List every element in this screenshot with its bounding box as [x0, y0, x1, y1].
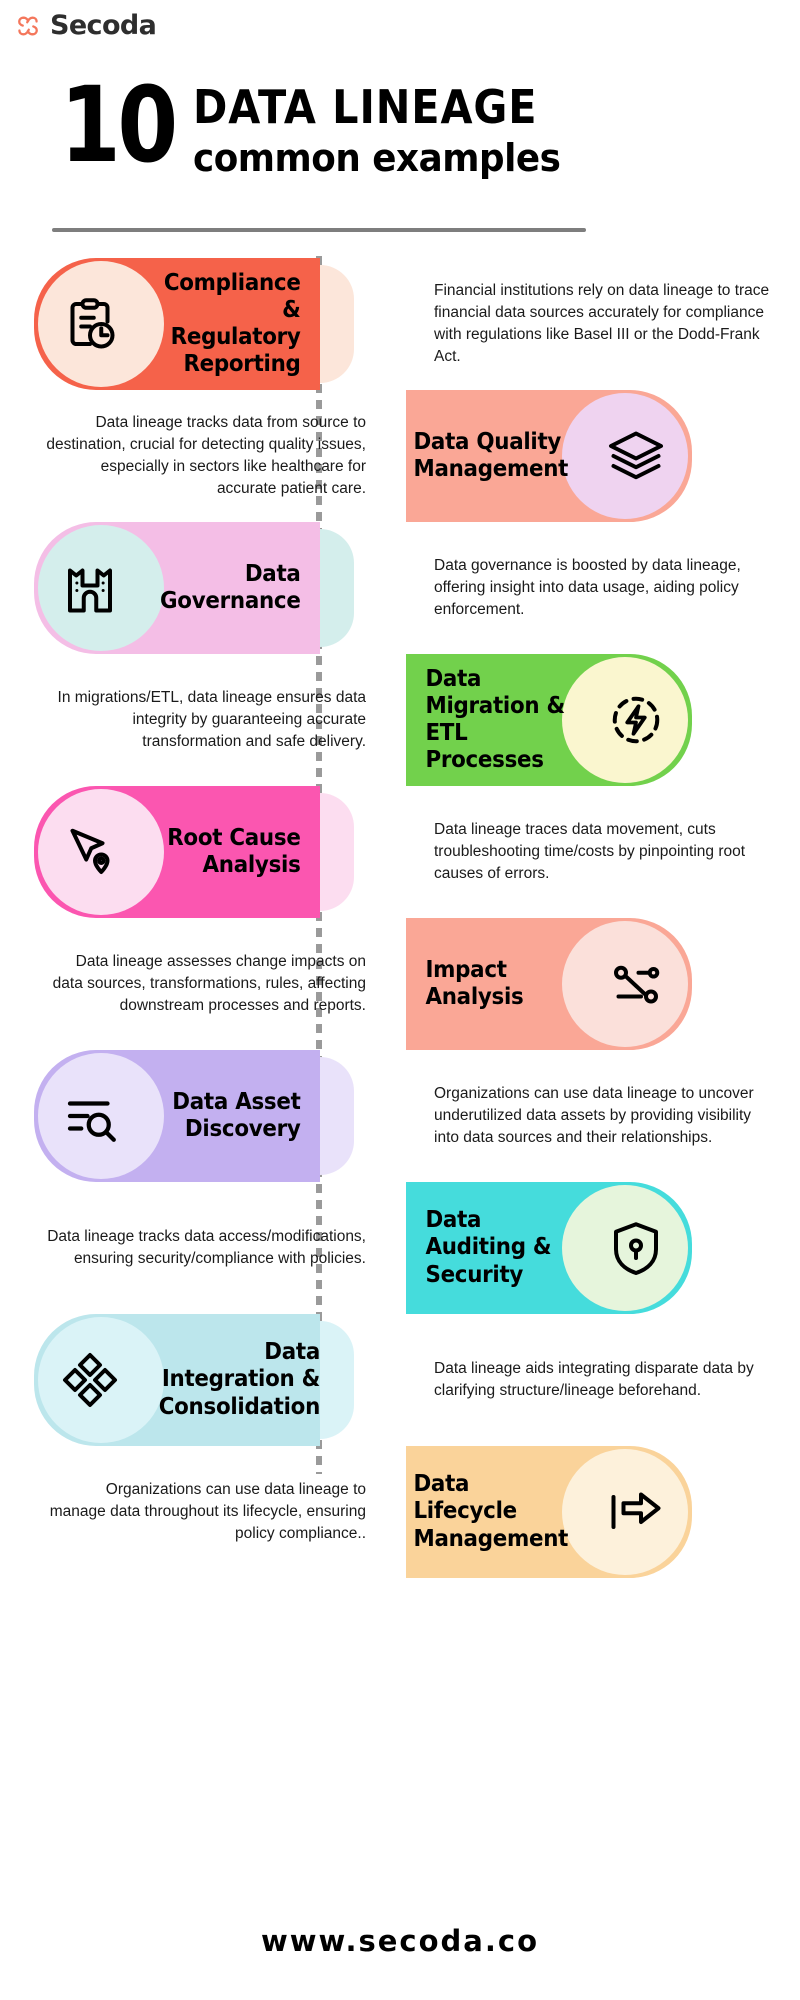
- item-pill-2[interactable]: Data Quality Management: [406, 390, 692, 522]
- item-description: Data lineage tracks data access/modifica…: [47, 1228, 366, 1267]
- brand-logo: Secoda: [14, 10, 157, 41]
- list-item: Organizations can use data lineage to ma…: [0, 1446, 800, 1578]
- item-title: Data Quality Management: [413, 428, 568, 482]
- list-item: Data Integration & Consolidation Data lin…: [0, 1314, 800, 1446]
- item-description: Data lineage aids integrating disparate …: [434, 1360, 754, 1399]
- item-pill-5[interactable]: Root Cause Analysis: [34, 786, 320, 918]
- item-pill-7[interactable]: Data Asset Discovery: [34, 1050, 320, 1182]
- item-description: Data lineage tracks data from source to …: [46, 414, 366, 497]
- pill-tail: [320, 265, 354, 383]
- item-pill-4[interactable]: Data Migration & ETL Processes: [406, 654, 692, 786]
- clipboard-clock-icon: [34, 268, 146, 380]
- item-description: Organizations can use data lineage to ma…: [49, 1481, 366, 1542]
- node-graph-icon: [580, 928, 692, 1040]
- infographic-page: Secoda 10 DATA LINEAGE common examples C…: [0, 0, 800, 2000]
- cursor-pin-icon: [34, 796, 146, 908]
- item-pill-9[interactable]: Data Integration & Consolidation: [34, 1314, 320, 1446]
- list-item: Data lineage assesses change impacts on …: [0, 918, 800, 1050]
- item-title: Data Governance: [160, 560, 301, 614]
- headline-main: DATA LINEAGE: [192, 80, 538, 134]
- item-pill-10[interactable]: Data Lifecycle Management: [406, 1446, 692, 1578]
- item-title: Data Lifecycle Management: [413, 1471, 568, 1552]
- list-item: In migrations/ETL, data lineage ensures …: [0, 654, 800, 786]
- item-description: Data lineage traces data movement, cuts …: [434, 821, 746, 882]
- pill-tail: [320, 793, 354, 911]
- item-description: In migrations/ETL, data lineage ensures …: [57, 689, 366, 750]
- pill-tail: [320, 1057, 354, 1175]
- pill-tail: [320, 529, 354, 647]
- shield-lock-icon: [580, 1192, 692, 1304]
- item-description: Financial institutions rely on data line…: [434, 282, 770, 365]
- item-pill-6[interactable]: Impact Analysis: [406, 918, 692, 1050]
- item-title: Data Integration & Consolidation: [158, 1339, 321, 1420]
- list-item: Data lineage tracks data from source to …: [0, 390, 800, 522]
- page-headline: 10 DATA LINEAGE common examples: [60, 64, 740, 186]
- item-title: Data Auditing & Security: [425, 1207, 552, 1288]
- brand-name: Secoda: [50, 10, 157, 41]
- list-item: Root Cause Analysis Data lineage traces d…: [0, 786, 800, 918]
- item-pill-8[interactable]: Data Auditing & Security: [406, 1182, 692, 1314]
- item-pill-3[interactable]: Data Governance: [34, 522, 320, 654]
- list-item: Data lineage tracks data access/modifica…: [0, 1182, 800, 1314]
- list-item: Data Asset Discovery Organizations can us…: [0, 1050, 800, 1182]
- item-description: Data governance is boosted by data linea…: [434, 557, 741, 618]
- header-divider: [52, 228, 586, 232]
- item-description: Organizations can use data lineage to un…: [434, 1085, 754, 1146]
- item-title: Data Migration & ETL Processes: [425, 665, 565, 774]
- item-title: Compliance & Regulatory Reporting: [163, 269, 301, 378]
- headline-number: 10: [60, 64, 178, 186]
- dashed-circle-bolt-icon: [580, 664, 692, 776]
- headline-sub: common examples: [192, 135, 561, 180]
- item-pill-1[interactable]: Compliance & Regulatory Reporting: [34, 258, 320, 390]
- item-title: Impact Analysis: [425, 956, 524, 1010]
- item-title: Data Asset Discovery: [172, 1088, 301, 1142]
- item-title: Root Cause Analysis: [167, 824, 301, 878]
- footer-url: www.secoda.co: [260, 1924, 540, 1958]
- list-item: Data Governance Data governance is booste…: [0, 522, 800, 654]
- four-diamonds-icon: [34, 1324, 146, 1436]
- arrow-hand-icon: [580, 1456, 692, 1568]
- item-description: Data lineage assesses change impacts on …: [52, 953, 366, 1014]
- fortress-icon: [34, 532, 146, 644]
- secoda-knot-logo-icon: [14, 12, 42, 40]
- list-search-icon: [34, 1060, 146, 1172]
- stacked-layers-icon: [580, 400, 692, 512]
- list-item: Compliance & Regulatory Reporting Financi…: [0, 258, 800, 390]
- items-list: Compliance & Regulatory Reporting Financi…: [0, 258, 800, 1578]
